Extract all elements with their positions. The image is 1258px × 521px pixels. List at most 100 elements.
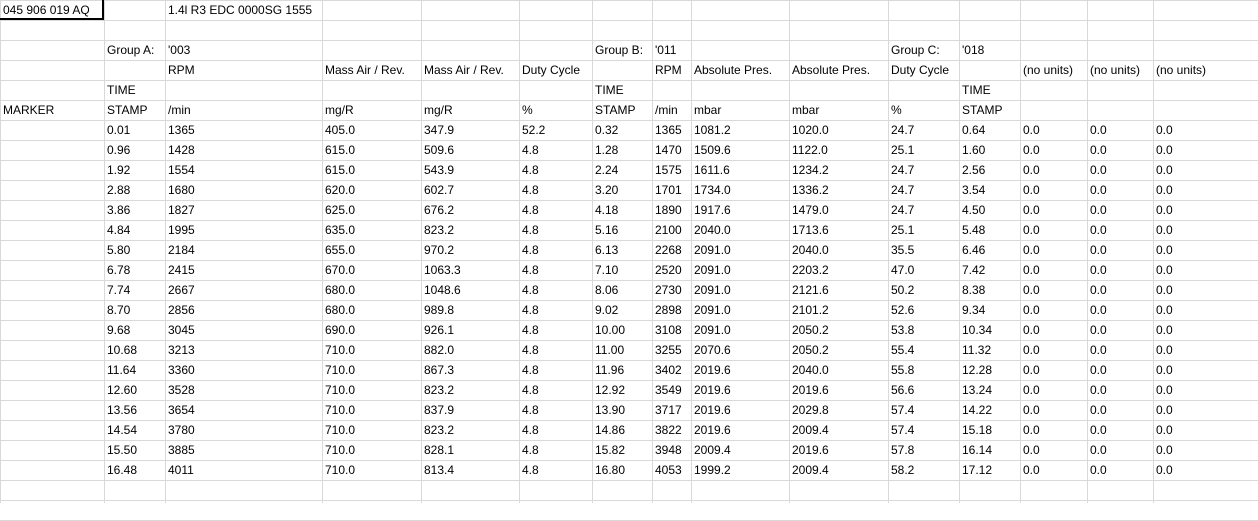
data-cell[interactable]: 405.0 [322,120,355,140]
data-cell[interactable]: 0.0 [1020,340,1040,360]
data-cell[interactable]: 6.46 [959,240,985,260]
data-cell[interactable]: 4.18 [592,200,618,220]
data-cell[interactable]: 1.60 [959,140,985,160]
data-cell[interactable]: 10.00 [592,320,625,340]
data-cell[interactable]: 0.0 [1020,320,1040,340]
data-cell[interactable]: 823.2 [421,220,454,240]
data-cell[interactable]: 710.0 [322,380,355,400]
data-cell[interactable]: 0.0 [1153,340,1173,360]
data-cell[interactable]: 2121.6 [789,280,829,300]
data-cell[interactable]: 16.14 [959,440,992,460]
data-cell[interactable]: 3.54 [959,180,985,200]
data-cell[interactable]: 0.0 [1020,460,1040,480]
data-cell[interactable]: 10.34 [959,320,992,340]
data-cell[interactable]: 4.8 [519,460,539,480]
data-cell[interactable]: 2101.2 [789,300,829,320]
data-cell[interactable]: 2040.0 [789,360,829,380]
data-cell[interactable]: 0.0 [1087,400,1107,420]
data-cell[interactable]: 0.0 [1153,160,1173,180]
data-cell[interactable]: 4.8 [519,160,539,180]
data-cell[interactable]: 3528 [165,380,195,400]
engine-description-cell[interactable]: 1.4l R3 EDC 0000SG 1555 [165,0,312,20]
data-cell[interactable]: 1999.2 [691,460,731,480]
unit-header[interactable]: mg/R [421,100,453,120]
data-cell[interactable]: 710.0 [322,400,355,420]
data-cell[interactable]: 13.90 [592,400,625,420]
data-cell[interactable]: 12.60 [104,380,137,400]
data-cell[interactable]: 55.8 [888,360,914,380]
data-cell[interactable]: 1509.6 [691,140,731,160]
data-cell[interactable]: 0.0 [1153,180,1173,200]
data-cell[interactable]: 2091.0 [691,240,731,260]
data-cell[interactable]: 0.0 [1153,240,1173,260]
data-cell[interactable]: 3360 [165,360,195,380]
data-cell[interactable]: 1081.2 [691,120,731,140]
data-cell[interactable]: 1428 [165,140,195,160]
data-cell[interactable]: 24.7 [888,200,914,220]
data-cell[interactable]: 1063.3 [421,260,461,280]
data-cell[interactable]: 16.48 [104,460,137,480]
column-header[interactable]: Absolute Pres. [691,60,772,80]
data-cell[interactable]: 2268 [652,240,682,260]
data-cell[interactable]: 0.0 [1087,240,1107,260]
data-cell[interactable]: 867.3 [421,360,454,380]
data-cell[interactable]: 0.0 [1153,420,1173,440]
data-cell[interactable]: 2.56 [959,160,985,180]
data-cell[interactable]: 2091.0 [691,280,731,300]
data-cell[interactable]: 11.00 [592,340,624,360]
data-cell[interactable]: 2203.2 [789,260,829,280]
data-cell[interactable]: 670.0 [322,260,355,280]
data-cell[interactable]: 4.8 [519,380,539,400]
data-cell[interactable]: 0.32 [592,120,618,140]
data-cell[interactable]: 0.0 [1087,340,1107,360]
column-header[interactable]: (no units) [1087,60,1140,80]
data-cell[interactable]: 655.0 [322,240,355,260]
data-cell[interactable]: 1479.0 [789,200,829,220]
data-cell[interactable]: 0.64 [959,120,985,140]
data-cell[interactable]: 0.0 [1087,180,1107,200]
data-cell[interactable]: 9.34 [959,300,985,320]
data-cell[interactable]: 0.0 [1153,200,1173,220]
data-cell[interactable]: 4.8 [519,440,539,460]
data-cell[interactable]: 8.06 [592,280,618,300]
data-cell[interactable]: 2.88 [104,180,130,200]
data-cell[interactable]: 11.32 [959,340,991,360]
data-cell[interactable]: 11.96 [592,360,624,380]
data-cell[interactable]: 543.9 [421,160,454,180]
data-cell[interactable]: 0.0 [1153,140,1173,160]
data-cell[interactable]: 690.0 [322,320,355,340]
unit-header[interactable]: mbar [691,100,721,120]
data-cell[interactable]: 0.0 [1153,220,1173,240]
data-cell[interactable]: 52.6 [888,300,914,320]
group-b-code[interactable]: '011 [652,40,676,60]
column-header[interactable]: (no units) [1153,60,1206,80]
data-cell[interactable]: 0.0 [1087,160,1107,180]
data-cell[interactable]: 989.8 [421,300,454,320]
data-cell[interactable]: 0.0 [1020,280,1040,300]
data-cell[interactable]: 4.8 [519,400,539,420]
data-cell[interactable]: 10.68 [104,340,137,360]
data-cell[interactable]: 0.0 [1087,320,1107,340]
data-cell[interactable]: 24.7 [888,120,914,140]
data-cell[interactable]: 0.0 [1153,280,1173,300]
data-cell[interactable]: 8.38 [959,280,985,300]
data-cell[interactable]: 620.0 [322,180,355,200]
data-cell[interactable]: 0.0 [1020,220,1040,240]
data-cell[interactable]: 25.1 [888,220,914,240]
column-header[interactable]: Mass Air / Rev. [421,60,504,80]
data-cell[interactable]: 4.84 [104,220,130,240]
data-cell[interactable]: 9.68 [104,320,130,340]
data-cell[interactable]: 1611.6 [691,160,730,180]
data-cell[interactable]: 4.8 [519,340,539,360]
data-cell[interactable]: 1336.2 [789,180,829,200]
data-cell[interactable]: 2.24 [592,160,618,180]
data-cell[interactable]: 14.54 [104,420,137,440]
data-cell[interactable]: 0.0 [1020,440,1040,460]
data-cell[interactable]: 347.9 [421,120,454,140]
column-header[interactable]: Duty Cycle [519,60,580,80]
time-header[interactable]: TIME [959,80,991,100]
data-cell[interactable]: 0.0 [1153,120,1173,140]
data-cell[interactable]: 0.0 [1087,200,1107,220]
data-cell[interactable]: 0.96 [104,140,130,160]
column-header[interactable]: Mass Air / Rev. [322,60,405,80]
